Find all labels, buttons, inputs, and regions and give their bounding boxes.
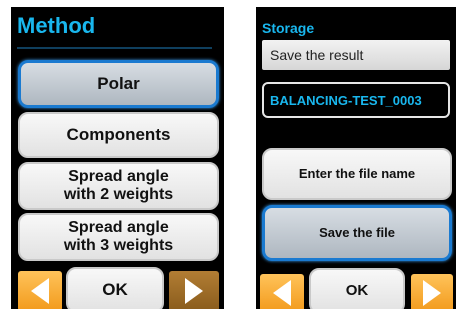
left-arrow-icon [31, 278, 49, 304]
method-option-components[interactable]: Components [18, 112, 219, 158]
ok-label: OK [345, 282, 369, 300]
prev-button[interactable] [18, 271, 62, 309]
button-label: Save the file [319, 224, 395, 240]
ok-button[interactable]: OK [66, 267, 164, 309]
method-screen: Method Polar Components Spread angle wit… [11, 7, 224, 309]
right-arrow-icon [185, 278, 203, 304]
prev-button[interactable] [260, 274, 304, 309]
option-label: Polar [97, 74, 140, 94]
storage-screen: Storage Save the result BALANCING-TEST_0… [256, 7, 456, 309]
screen-title: Method [17, 13, 96, 38]
option-label-line: Spread angle [68, 167, 169, 185]
option-label-line: with 3 weights [63, 237, 174, 254]
save-file-button[interactable]: Save the file [262, 205, 452, 261]
next-button[interactable] [169, 271, 219, 309]
ok-label: OK [102, 280, 128, 300]
right-arrow-icon [423, 280, 441, 306]
screen-title: Storage [262, 20, 315, 36]
method-option-spread-2-weights[interactable]: Spread angle with 2 weights [18, 162, 219, 210]
enter-file-name-button[interactable]: Enter the file name [262, 148, 452, 200]
section-header: Save the result [262, 40, 450, 70]
title-divider [17, 47, 212, 49]
left-arrow-icon [273, 280, 291, 306]
method-option-spread-3-weights[interactable]: Spread angle with 3 weights [18, 213, 219, 261]
next-button[interactable] [411, 274, 453, 309]
option-label: Spread angle with 3 weights [64, 219, 173, 256]
filename-field[interactable]: BALANCING-TEST_0003 [262, 82, 450, 118]
option-label: Spread angle with 2 weights [64, 168, 173, 205]
option-label-line: with 2 weights [63, 186, 174, 203]
ok-button[interactable]: OK [309, 268, 405, 309]
method-option-polar[interactable]: Polar [18, 60, 219, 108]
option-label-line: Spread angle [68, 218, 169, 236]
option-label: Components [66, 125, 171, 145]
button-label: Enter the file name [298, 165, 416, 181]
